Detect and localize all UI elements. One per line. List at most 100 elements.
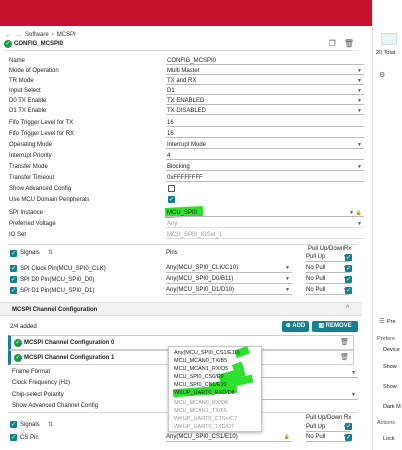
dropdown-option[interactable]: WKUP_UART0_CTSn/C7 xyxy=(174,416,237,422)
field-d0-tx: D0 TX Enable TX ENABLED ▼ xyxy=(8,96,364,105)
gear-icon[interactable]: ⚙ xyxy=(379,71,385,79)
field-label: Name xyxy=(9,57,26,64)
field-d1-tx: D1 TX Enable TX DISABLED ▼ xyxy=(8,106,364,115)
chevron-down-icon: ▼ xyxy=(357,97,362,104)
select-value: Pull Up xyxy=(306,424,326,430)
select-value: No Pull xyxy=(306,434,326,440)
dropdown-option[interactable]: MCU_SPI0_CS1/E10 xyxy=(174,382,227,388)
mode-select[interactable]: Multi Master ▼ xyxy=(166,67,364,75)
tr-mode-select[interactable]: TX and RX ▼ xyxy=(166,77,364,85)
d0-tx-select[interactable]: TX ENABLED ▼ xyxy=(166,97,364,105)
dropdown-option[interactable]: MCU_MCAN0_RX/D6 xyxy=(174,400,228,406)
signals-checkbox[interactable]: ✓ xyxy=(10,421,17,428)
delete-icon[interactable]: 🗑 xyxy=(344,39,354,48)
fifo-tx-input[interactable]: 16 xyxy=(166,119,364,127)
voltage-select[interactable]: Any ▼ xyxy=(166,220,364,228)
lock-icon[interactable]: 🔒 xyxy=(356,209,362,217)
select-value: Any(MCU_SPI0_D0/B11) xyxy=(166,276,234,282)
rx-all-checkbox[interactable]: ✓ xyxy=(345,254,352,261)
show-advanced-checkbox[interactable] xyxy=(168,185,175,192)
operating-mode-select[interactable]: Interrupt Mode ▼ xyxy=(166,141,364,149)
panel-label: Show xyxy=(383,384,397,390)
lock-icon[interactable]: 🔒 xyxy=(284,433,290,442)
chevron-down-icon: ▼ xyxy=(285,287,290,293)
dropdown-option[interactable]: MCU_MCAN1_RX/D5 xyxy=(174,366,228,372)
field-show-advanced: Show Advanced Config xyxy=(8,184,358,193)
d1-tx-select[interactable]: TX DISABLED ▼ xyxy=(166,107,364,115)
pull-select[interactable]: No Pull▼ xyxy=(306,286,350,295)
select-value: Any(MCU_SPI0_D1/D10) xyxy=(166,287,235,293)
signals-checkbox[interactable]: ✓ xyxy=(10,250,17,257)
cs-polarity-select[interactable]: ▼ xyxy=(262,392,358,400)
field-label: Transfer Timeout xyxy=(9,174,55,181)
pull-select[interactable]: No Pull▼ xyxy=(306,275,350,284)
field-label: IO Set xyxy=(9,231,27,238)
panel-icon[interactable] xyxy=(381,33,397,45)
field-label: Transfer Mode xyxy=(9,163,48,170)
signal-checkbox[interactable]: ✓ xyxy=(10,265,17,272)
rx-header: Rx xyxy=(344,246,352,252)
pin-select[interactable]: Any(MCU_SPI0_CS1/E10) 🔒 xyxy=(166,433,292,442)
settings-icon[interactable]: ☰ xyxy=(379,318,384,325)
select-value: Any(MCU_SPI0_CS1/E10) xyxy=(166,434,238,440)
remove-all-button[interactable]: ▥ REMOVE ALL xyxy=(312,321,358,340)
pull-all-select[interactable]: Pull Up▼ xyxy=(306,253,350,262)
select-value: Interrupt Mode xyxy=(167,141,207,148)
pull-select[interactable]: No Pull▼ xyxy=(306,264,350,273)
name-input[interactable]: CONFIG_MCSPI0 xyxy=(166,57,364,65)
dropdown-option[interactable]: MCU_SPI0_CS0/E9 xyxy=(174,374,224,380)
pin-select[interactable]: Any(MCU_SPI0_D1/D10) ▼ xyxy=(166,286,292,295)
config-header: ✓ CONFIG_MCSPI0 ❐ 🗑 xyxy=(4,37,358,51)
rx-checkbox[interactable]: ✓ xyxy=(345,287,352,294)
spi-instance-select[interactable]: MCU_SPI0 ▼ 🔒 xyxy=(166,209,364,217)
dropdown-option[interactable]: Any(MCU_SPI0_CS1/E10) xyxy=(174,350,240,356)
field-label: SPI Instance xyxy=(9,209,44,216)
signal-checkbox[interactable]: ✓ xyxy=(10,276,17,283)
rx-all-checkbox[interactable]: ✓ xyxy=(345,423,352,430)
sort-icon[interactable]: ⇅ xyxy=(48,421,53,428)
pin-select[interactable]: Any(MCU_SPI0_D0/B11) ▼ xyxy=(166,275,292,284)
signal-name: SPI Clock Pin(MCU_SPI0_CLK) xyxy=(20,266,106,272)
add-button[interactable]: ⊕ ADD xyxy=(282,321,309,332)
dropdown-option[interactable]: WKUP_UART0_TXD/D7 xyxy=(174,424,234,430)
transfer-timeout-input[interactable]: 0xFFFFFFFF xyxy=(166,174,364,182)
interrupt-priority-input[interactable]: 4 xyxy=(166,152,364,160)
chevron-down-icon: ▼ xyxy=(349,209,354,216)
chevron-down-icon: ▼ xyxy=(351,392,356,398)
rx-checkbox[interactable]: ✓ xyxy=(345,276,352,283)
field-label: D0 TX Enable xyxy=(9,97,47,104)
select-value: Any(MCU_SPI0_CLK/C10) xyxy=(166,265,239,271)
total-label: 20 Total xyxy=(376,50,396,56)
select-value: TX and RX xyxy=(167,77,197,84)
select-value: MCU_SPI0 xyxy=(167,209,198,216)
delete-icon[interactable]: 🗑 xyxy=(340,353,349,361)
use-mcu-checkbox[interactable]: ✓ xyxy=(168,196,175,203)
field-label: Interrupt Priority xyxy=(9,152,52,159)
field-label: Operating Mode xyxy=(9,141,53,148)
signal-checkbox[interactable]: ✓ xyxy=(10,434,17,441)
rx-checkbox[interactable]: ✓ xyxy=(345,434,352,441)
select-value: No Pull xyxy=(306,276,326,282)
sort-icon[interactable]: ⇅ xyxy=(48,249,53,256)
io-set-select[interactable]: MCU_SPI0_IOSet_1 xyxy=(166,231,364,239)
frame-format-select[interactable]: ▼ xyxy=(262,370,358,378)
field-input-select: Input Select D1 ▼ xyxy=(8,86,364,95)
transfer-mode-select[interactable]: Blocking ▼ xyxy=(166,163,364,171)
pull-select[interactable]: No Pull▼ xyxy=(306,433,350,442)
field-fifo-tx: Fifo Trigger Level for TX 16 xyxy=(8,118,364,127)
pin-select[interactable]: Any(MCU_SPI0_CLK/C10) ▼ xyxy=(166,264,292,273)
rx-checkbox[interactable]: ✓ xyxy=(345,265,352,272)
pull-all-select[interactable]: Pull Up▼ xyxy=(306,423,350,432)
channel-section-header[interactable]: MCSPI Channel Configuration ^ xyxy=(0,302,362,316)
signal-checkbox[interactable]: ✓ xyxy=(10,287,17,294)
delete-icon[interactable]: 🗑 xyxy=(340,338,349,346)
card-label: MCSPI Channel Configuration 1 xyxy=(24,354,115,361)
dropdown-option[interactable]: MCU_MCAN1_TX/F5 xyxy=(174,408,227,414)
input-select[interactable]: D1 ▼ xyxy=(166,87,364,95)
dropdown-option[interactable]: WKUP_UART0_RXD/D8 xyxy=(174,390,235,396)
field-label: Clock Frequency (Hz) xyxy=(12,380,71,386)
dropdown-option[interactable]: MCU_MCAN0_TX/B5 xyxy=(174,358,227,364)
pin-dropdown-menu: Any(MCU_SPI0_CS1/E10) MCU_MCAN0_TX/B5 MC… xyxy=(168,345,262,432)
copy-icon[interactable]: ❐ xyxy=(329,39,336,48)
fifo-rx-input[interactable]: 16 xyxy=(166,130,364,138)
